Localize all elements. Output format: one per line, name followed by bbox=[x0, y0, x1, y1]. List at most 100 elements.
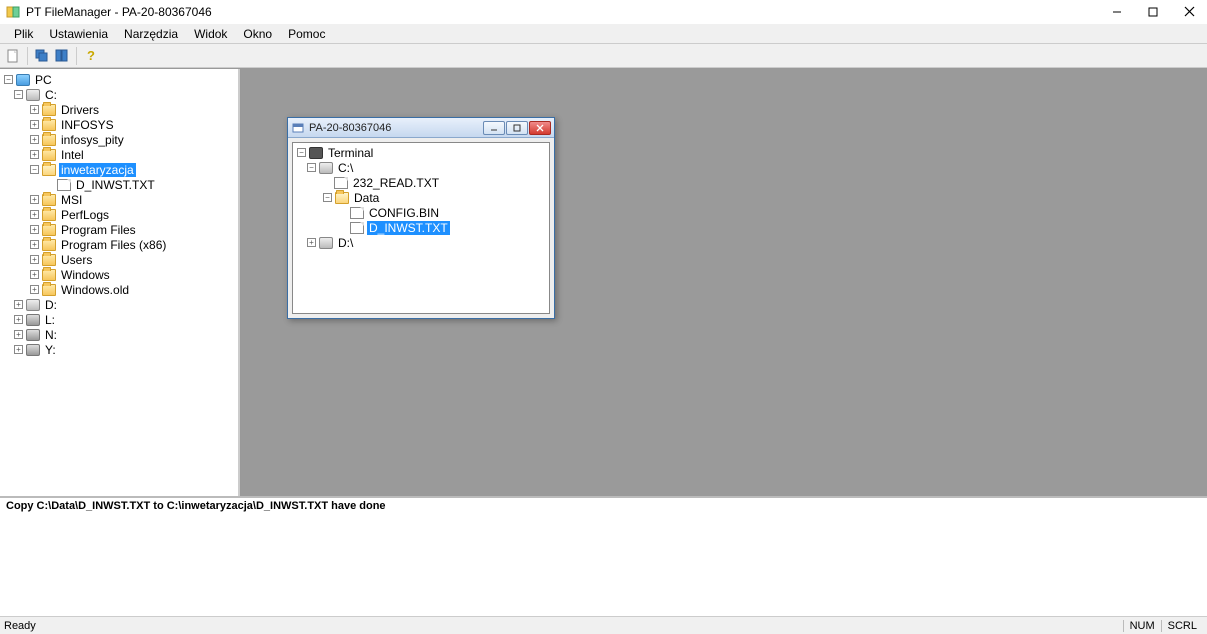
collapse-icon[interactable]: − bbox=[297, 148, 306, 157]
tree-node-l-drive[interactable]: +L: bbox=[2, 312, 236, 327]
expand-icon[interactable]: + bbox=[14, 345, 23, 354]
child-window[interactable]: PA-20-80367046 − Terminal bbox=[287, 117, 555, 319]
child-window-titlebar[interactable]: PA-20-80367046 bbox=[288, 118, 554, 138]
menu-view[interactable]: Widok bbox=[186, 25, 235, 43]
collapse-icon[interactable]: − bbox=[4, 75, 13, 84]
tree-node-folder[interactable]: + Intel bbox=[2, 147, 236, 162]
tree-node-pc[interactable]: − PC bbox=[2, 72, 236, 87]
tree-node-file[interactable]: D_INWST.TXT bbox=[2, 177, 236, 192]
tree-label: Windows.old bbox=[59, 283, 131, 297]
toolbar: ? bbox=[0, 44, 1207, 68]
remote-tree-pane[interactable]: − Terminal − C:\ bbox=[292, 142, 550, 314]
folder-icon bbox=[42, 284, 56, 296]
expand-icon[interactable]: + bbox=[30, 225, 39, 234]
expand-icon[interactable]: + bbox=[30, 285, 39, 294]
folder-icon bbox=[42, 239, 56, 251]
expand-icon[interactable]: + bbox=[30, 255, 39, 264]
child-maximize-button[interactable] bbox=[506, 121, 528, 135]
tree-label: D: bbox=[43, 298, 59, 312]
menu-tools[interactable]: Narzędzia bbox=[116, 25, 186, 43]
expand-icon[interactable]: + bbox=[14, 330, 23, 339]
child-minimize-button[interactable] bbox=[483, 121, 505, 135]
expand-icon[interactable]: + bbox=[14, 300, 23, 309]
drive-icon bbox=[26, 299, 40, 311]
tree-node-file[interactable]: 232_READ.TXT bbox=[295, 175, 547, 190]
tree-node-folder[interactable]: +Program Files (x86) bbox=[2, 237, 236, 252]
tree-label: CONFIG.BIN bbox=[367, 206, 441, 220]
menu-settings[interactable]: Ustawienia bbox=[41, 25, 116, 43]
tree-label: Drivers bbox=[59, 103, 101, 117]
tree-node-terminal[interactable]: − Terminal bbox=[295, 145, 547, 160]
tree-label: inwetaryzacja bbox=[59, 163, 136, 177]
expand-icon[interactable]: + bbox=[14, 315, 23, 324]
log-line: Copy C:\Data\D_INWST.TXT to C:\inwetaryz… bbox=[6, 500, 1201, 512]
tree-node-folder[interactable]: +INFOSYS bbox=[2, 117, 236, 132]
tree-node-folder[interactable]: +MSI bbox=[2, 192, 236, 207]
minimize-button[interactable] bbox=[1099, 0, 1135, 24]
tree-node-folder-selected[interactable]: − inwetaryzacja bbox=[2, 162, 236, 177]
expand-icon[interactable]: + bbox=[30, 210, 39, 219]
child-close-button[interactable] bbox=[529, 121, 551, 135]
window-titlebar: PT FileManager - PA-20-80367046 bbox=[0, 0, 1207, 24]
folder-open-icon bbox=[42, 164, 56, 176]
folder-icon bbox=[42, 269, 56, 281]
help-button[interactable]: ? bbox=[82, 47, 100, 65]
terminal-icon bbox=[309, 147, 323, 159]
expand-icon[interactable]: + bbox=[30, 120, 39, 129]
menu-file[interactable]: Plik bbox=[6, 25, 41, 43]
tree-label: 232_READ.TXT bbox=[351, 176, 441, 190]
tree-node-c-drive[interactable]: − C: bbox=[2, 87, 236, 102]
tree-node-folder[interactable]: + Windows.old bbox=[2, 282, 236, 297]
tree-label: Program Files bbox=[59, 223, 138, 237]
tree-node-c-drive[interactable]: − C:\ bbox=[295, 160, 547, 175]
mdi-workspace: PA-20-80367046 − Terminal bbox=[240, 69, 1207, 496]
tree-node-n-drive[interactable]: + N: bbox=[2, 327, 236, 342]
new-button[interactable] bbox=[4, 47, 22, 65]
tree-node-folder[interactable]: +PerfLogs bbox=[2, 207, 236, 222]
menu-help[interactable]: Pomoc bbox=[280, 25, 333, 43]
tree-label: C: bbox=[43, 88, 59, 102]
tree-node-d-drive[interactable]: +D:\ bbox=[295, 235, 547, 250]
tree-node-y-drive[interactable]: +Y: bbox=[2, 342, 236, 357]
expand-icon[interactable]: + bbox=[30, 240, 39, 249]
tree-label: Intel bbox=[59, 148, 86, 162]
tree-label: Data bbox=[352, 191, 381, 205]
log-pane[interactable]: Copy C:\Data\D_INWST.TXT to C:\inwetaryz… bbox=[0, 496, 1207, 616]
collapse-icon[interactable]: − bbox=[14, 90, 23, 99]
expand-icon[interactable]: + bbox=[30, 135, 39, 144]
cascade-button[interactable] bbox=[33, 47, 51, 65]
network-drive-icon bbox=[26, 344, 40, 356]
folder-icon bbox=[42, 209, 56, 221]
tree-label: N: bbox=[43, 328, 59, 342]
close-button[interactable] bbox=[1171, 0, 1207, 24]
expand-icon[interactable]: + bbox=[30, 150, 39, 159]
expand-icon[interactable]: + bbox=[30, 270, 39, 279]
tree-node-folder[interactable]: +Users bbox=[2, 252, 236, 267]
folder-icon bbox=[42, 149, 56, 161]
menu-window[interactable]: Okno bbox=[235, 25, 280, 43]
maximize-button[interactable] bbox=[1135, 0, 1171, 24]
tree-node-folder[interactable]: +infosys_pity bbox=[2, 132, 236, 147]
expand-icon[interactable]: + bbox=[307, 238, 316, 247]
expand-icon[interactable]: + bbox=[30, 195, 39, 204]
tree-label: D_INWST.TXT bbox=[367, 221, 450, 235]
local-tree-pane[interactable]: − PC − C: + Drivers +INFOSYS bbox=[0, 69, 240, 496]
tree-node-folder[interactable]: + Drivers bbox=[2, 102, 236, 117]
file-icon bbox=[350, 207, 364, 219]
collapse-icon[interactable]: − bbox=[307, 163, 316, 172]
child-window-icon bbox=[292, 122, 304, 134]
tree-node-folder[interactable]: − Data bbox=[295, 190, 547, 205]
tree-node-folder[interactable]: + Program Files bbox=[2, 222, 236, 237]
drive-icon bbox=[319, 237, 333, 249]
tree-node-d-drive[interactable]: + D: bbox=[2, 297, 236, 312]
folder-icon bbox=[42, 224, 56, 236]
tree-node-file[interactable]: CONFIG.BIN bbox=[295, 205, 547, 220]
tree-node-folder[interactable]: + Windows bbox=[2, 267, 236, 282]
folder-icon bbox=[42, 104, 56, 116]
tree-label: Windows bbox=[59, 268, 112, 282]
tile-button[interactable] bbox=[53, 47, 71, 65]
collapse-icon[interactable]: − bbox=[30, 165, 39, 174]
collapse-icon[interactable]: − bbox=[323, 193, 332, 202]
expand-icon[interactable]: + bbox=[30, 105, 39, 114]
tree-node-file-selected[interactable]: D_INWST.TXT bbox=[295, 220, 547, 235]
